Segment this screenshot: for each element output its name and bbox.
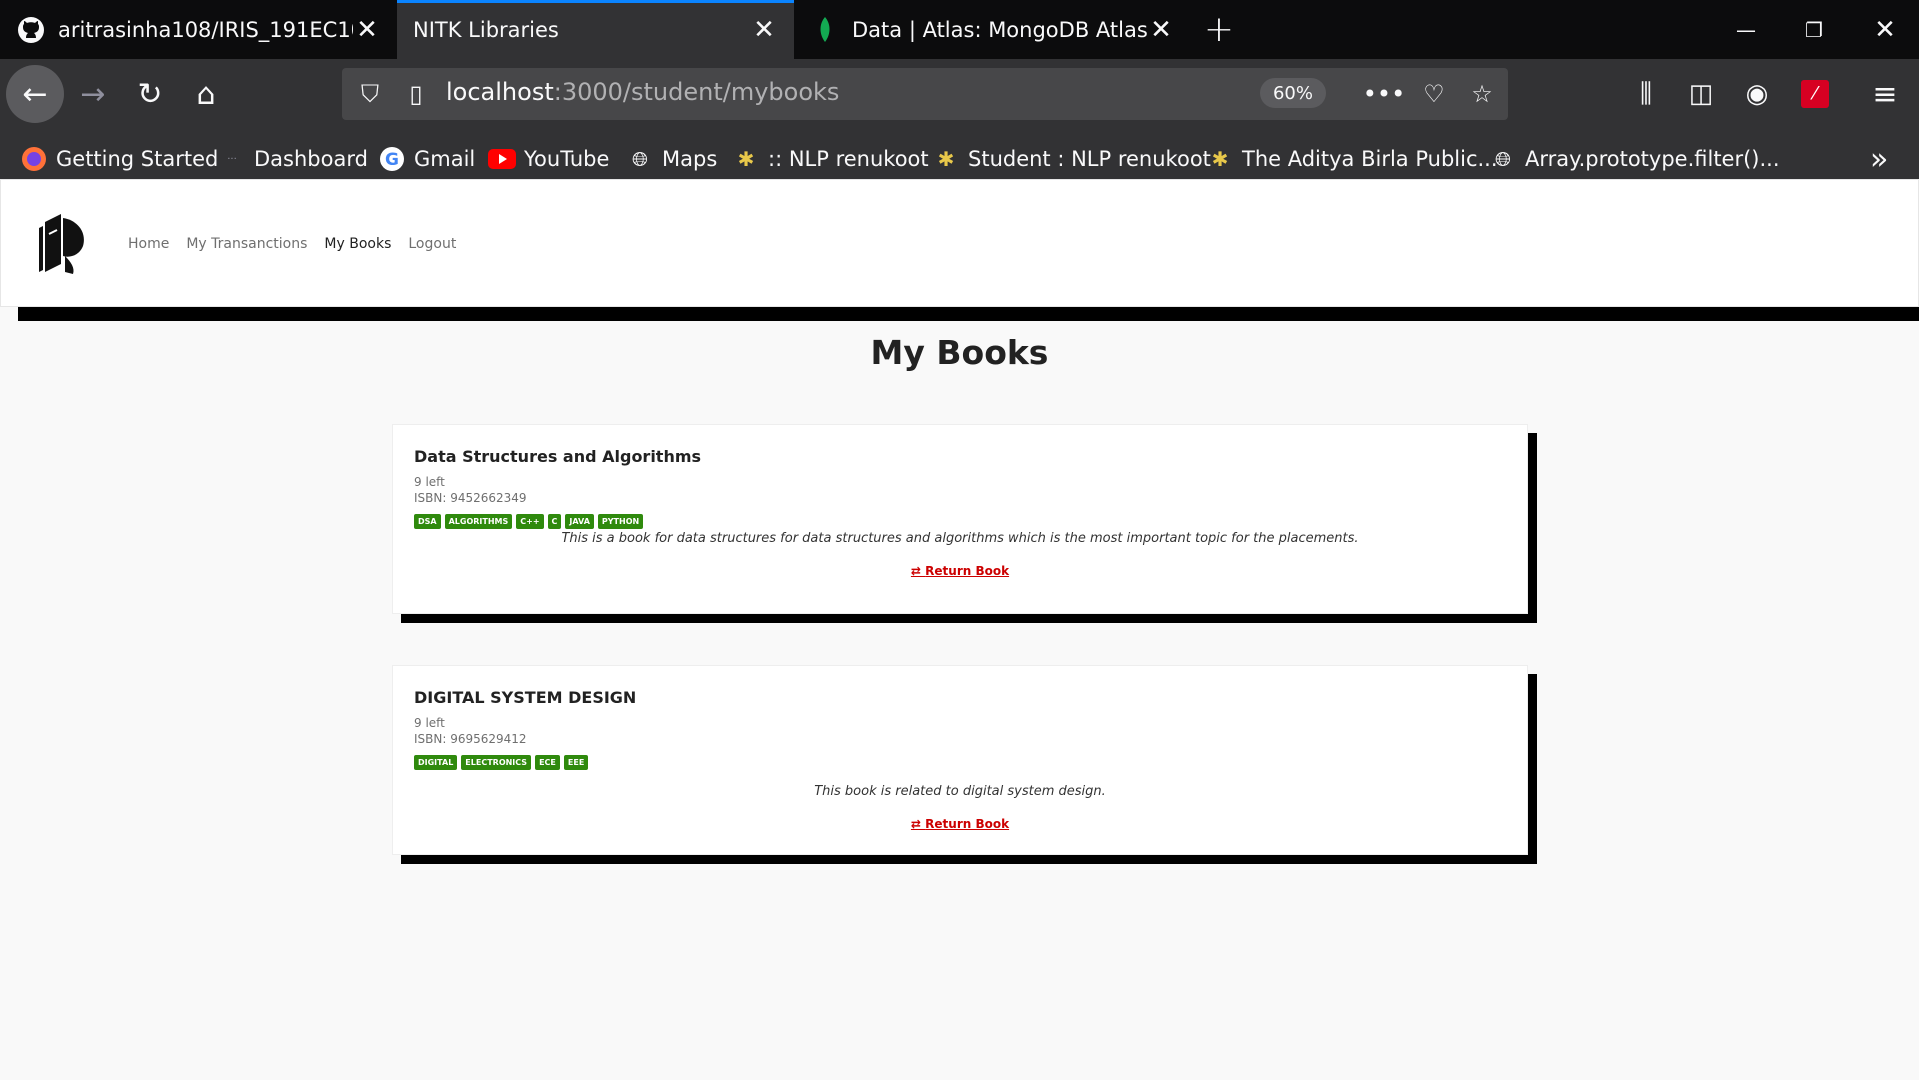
youtube-icon bbox=[488, 145, 516, 173]
tab-mongodb-atlas[interactable]: Data | Atlas: MongoDB Atlas ✕ bbox=[794, 0, 1191, 59]
library-icon[interactable]: ⫼ bbox=[1617, 65, 1675, 123]
tag-badge: PYTHON bbox=[597, 514, 644, 529]
account-icon[interactable]: ◉ bbox=[1728, 65, 1786, 123]
book-title: DIGITAL SYSTEM DESIGN bbox=[414, 688, 637, 707]
firefox-icon bbox=[20, 145, 48, 173]
tag-badge: DIGITAL bbox=[414, 755, 458, 770]
nav-my-transactions-link[interactable]: My Transanctions bbox=[186, 236, 307, 252]
home-icon[interactable]: ⌂ bbox=[177, 65, 235, 123]
back-arrow-icon[interactable]: ← bbox=[6, 65, 64, 123]
return-book-button[interactable]: ⇄ Return Book bbox=[414, 817, 1506, 831]
school-icon: ✱ bbox=[737, 147, 755, 171]
tag-badge: C++ bbox=[516, 514, 544, 529]
menu-hamburger-icon[interactable]: ≡ bbox=[1856, 65, 1914, 123]
minimize-icon[interactable]: — bbox=[1712, 0, 1780, 59]
tag-badge: ELECTRONICS bbox=[461, 755, 532, 770]
tag-badge: ECE bbox=[535, 755, 560, 770]
tag-badge: DSA bbox=[414, 514, 441, 529]
school-icon: ✱ bbox=[937, 147, 955, 171]
nav-my-books-link[interactable]: My Books bbox=[324, 236, 391, 252]
reload-icon[interactable]: ↻ bbox=[121, 65, 179, 123]
site-nav: Home My Transanctions My Books Logout bbox=[128, 236, 456, 252]
tag-badge: C bbox=[547, 514, 562, 529]
tag-badge: EEE bbox=[563, 755, 589, 770]
book-isbn: ISBN: 9452662349 bbox=[414, 491, 527, 505]
navigation-toolbar: ← → ↻ ⌂ ⛉ ▯ localhost:3000/student/myboo… bbox=[0, 59, 1919, 188]
book-isbn: ISBN: 9695629412 bbox=[414, 732, 527, 746]
close-icon[interactable]: ✕ bbox=[1147, 15, 1175, 45]
tab-strip: aritrasinha108/IRIS_191EC108_I ✕ NITK Li… bbox=[0, 0, 1919, 59]
book-copies-left: 9 left bbox=[414, 475, 445, 489]
extension-icon[interactable]: ⁄ bbox=[1786, 65, 1844, 123]
book-description: This book is related to digital system d… bbox=[814, 784, 1106, 799]
return-book-button[interactable]: ⇄ Return Book bbox=[414, 564, 1506, 578]
book-card: Data Structures and Algorithms 9 left IS… bbox=[392, 424, 1528, 614]
book-card: DIGITAL SYSTEM DESIGN 9 left ISBN: 96956… bbox=[392, 665, 1528, 855]
school-icon: ✱ bbox=[1211, 147, 1229, 171]
sidebar-icon[interactable]: ◫ bbox=[1672, 65, 1730, 123]
globe-icon: 🌐︎ bbox=[1495, 147, 1511, 171]
pocket-icon[interactable]: ♡ bbox=[1416, 76, 1452, 112]
github-icon bbox=[16, 15, 46, 45]
tag-badge: JAVA bbox=[565, 514, 594, 529]
tab-title: NITK Libraries bbox=[413, 17, 559, 42]
page-content: Home My Transanctions My Books Logout My… bbox=[0, 179, 1919, 1080]
tab-nitk-libraries[interactable]: NITK Libraries ✕ bbox=[397, 0, 794, 59]
svg-text:G: G bbox=[385, 150, 399, 170]
exchange-arrows-icon: ⇄ bbox=[910, 817, 926, 831]
new-tab-plus-icon[interactable]: + bbox=[1191, 0, 1247, 59]
site-header: Home My Transanctions My Books Logout bbox=[0, 179, 1919, 307]
book-tags: DIGITAL ELECTRONICS ECE EEE bbox=[414, 755, 1506, 770]
zoom-badge[interactable]: 60% bbox=[1260, 78, 1326, 108]
url-bar[interactable]: ⛉ ▯ localhost:3000/student/mybooks 60% •… bbox=[342, 68, 1508, 120]
books-logo-icon[interactable] bbox=[31, 212, 91, 276]
close-icon[interactable]: ✕ bbox=[750, 15, 778, 45]
more-actions-icon[interactable]: ••• bbox=[1363, 76, 1405, 112]
book-description: This is a book for data structures for d… bbox=[561, 531, 1359, 546]
window-close-icon[interactable]: ✕ bbox=[1851, 0, 1919, 59]
book-copies-left: 9 left bbox=[414, 716, 445, 730]
mongodb-leaf-icon bbox=[810, 15, 840, 45]
google-icon: G bbox=[378, 145, 406, 173]
exchange-arrows-icon: ⇄ bbox=[910, 564, 926, 578]
forward-arrow-icon[interactable]: → bbox=[64, 65, 122, 123]
nav-logout-link[interactable]: Logout bbox=[408, 236, 456, 252]
tab-title: aritrasinha108/IRIS_191EC108_I bbox=[58, 17, 353, 42]
page-title: My Books bbox=[870, 333, 1049, 372]
nav-home-link[interactable]: Home bbox=[128, 236, 169, 252]
url-text[interactable]: localhost:3000/student/mybooks bbox=[446, 78, 839, 106]
dots-icon: ··· bbox=[227, 153, 237, 165]
shield-icon[interactable]: ⛉ bbox=[352, 76, 388, 112]
globe-icon: 🌐︎ bbox=[632, 147, 648, 171]
book-tags: DSA ALGORITHMS C++ C JAVA PYTHON bbox=[414, 514, 1506, 529]
tab-github[interactable]: aritrasinha108/IRIS_191EC108_I ✕ bbox=[0, 0, 397, 59]
close-icon[interactable]: ✕ bbox=[353, 15, 381, 45]
tab-title: Data | Atlas: MongoDB Atlas bbox=[852, 17, 1147, 42]
restore-icon[interactable]: ❐ bbox=[1780, 0, 1848, 59]
bookmark-star-icon[interactable]: ☆ bbox=[1464, 76, 1500, 112]
page-icon: ▯ bbox=[409, 80, 423, 108]
book-title: Data Structures and Algorithms bbox=[414, 447, 702, 466]
tag-badge: ALGORITHMS bbox=[444, 514, 513, 529]
